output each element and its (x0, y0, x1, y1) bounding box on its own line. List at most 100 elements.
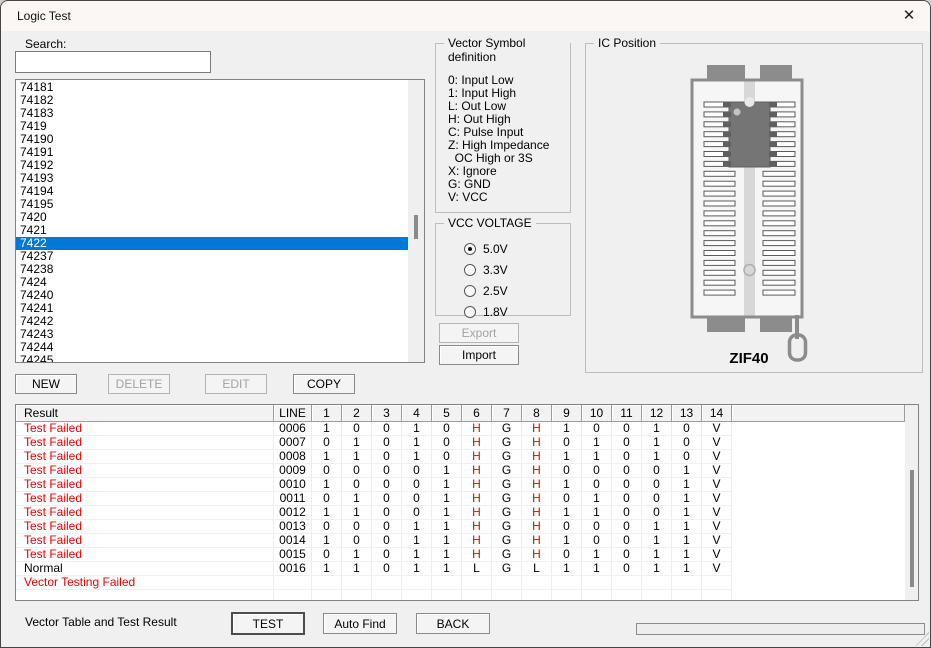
list-item-74194[interactable]: 74194 (16, 185, 409, 198)
table-header-cell-1[interactable]: 1 (312, 405, 342, 422)
list-item-74193[interactable]: 74193 (16, 172, 409, 185)
table-header-cell-14[interactable]: 14 (702, 405, 732, 422)
new-button[interactable]: NEW (15, 374, 77, 394)
table-header-cell-8[interactable]: 8 (522, 405, 552, 422)
table-row[interactable]: Test Failed 0009 0 0 0 0 1 H G H 0 0 0 0 1 V (16, 464, 918, 478)
table-row[interactable] (16, 590, 918, 600)
table-row[interactable]: Test Failed 0010 1 0 0 0 1 H G H 1 0 0 0 1 V (16, 478, 918, 492)
list-item-7419[interactable]: 7419 (16, 120, 409, 133)
table-row[interactable]: Test Failed 0012 1 1 0 0 1 H G H 1 1 0 0 1 V (16, 506, 918, 520)
table-header-cell-11[interactable]: 11 (612, 405, 642, 422)
list-item-74195[interactable]: 74195 (16, 198, 409, 211)
copy-button[interactable]: COPY (293, 374, 355, 394)
back-button[interactable]: BACK (416, 613, 490, 634)
ic-listbox[interactable]: 74181 74182 74183 7419 74190 74191 74192 74193 7… (15, 79, 425, 363)
list-item-74237[interactable]: 74237 (16, 250, 409, 263)
vector-cell: H (522, 464, 552, 478)
list-item-74190[interactable]: 74190 (16, 133, 409, 146)
vector-cell: 0 (342, 464, 372, 478)
close-icon[interactable]: ✕ (898, 5, 920, 27)
vector-cell: 1 (642, 534, 672, 548)
test-button[interactable]: TEST (231, 612, 305, 635)
table-header-cell-line[interactable]: LINE (274, 405, 312, 422)
groupbox-vcc-voltage-title: VCC VOLTAGE (444, 216, 536, 230)
vector-cell (342, 590, 372, 600)
list-item-74241[interactable]: 74241 (16, 302, 409, 315)
list-item-74240[interactable]: 74240 (16, 289, 409, 302)
list-item-7422[interactable]: 7422 (16, 237, 409, 250)
table-header-cell-12[interactable]: 12 (642, 405, 672, 422)
table-header-cell-10[interactable]: 10 (582, 405, 612, 422)
table-header-cell-9[interactable]: 9 (552, 405, 582, 422)
table-scrollbar-thumb[interactable] (910, 470, 914, 587)
list-item-74181[interactable]: 74181 (16, 81, 409, 94)
table-header-cell-3[interactable]: 3 (372, 405, 402, 422)
vector-cell: 0 (672, 450, 702, 464)
table-header-cell-7[interactable]: 7 (492, 405, 522, 422)
listbox-scrollbar[interactable] (408, 80, 424, 362)
list-item-74243[interactable]: 74243 (16, 328, 409, 341)
vector-cell: 1 (582, 450, 612, 464)
table-row[interactable]: Test Failed 0011 0 1 0 0 1 H G H 0 1 0 0 1 V (16, 492, 918, 506)
table-header-cell-4[interactable]: 4 (402, 405, 432, 422)
radio-option-5.0v[interactable]: 5.0V (464, 238, 508, 259)
vector-cell: 0 (342, 520, 372, 534)
table-row[interactable]: Test Failed 0006 1 0 0 1 0 H G H 1 0 0 1 0 V (16, 422, 918, 436)
table-row[interactable]: Test Failed 0015 0 1 0 1 1 H G H 0 1 0 1 1 V (16, 548, 918, 562)
radio-option-1.8v[interactable]: 1.8V (464, 301, 508, 322)
table-row[interactable]: Normal 0016 1 1 0 1 1 L G L 1 1 0 1 1 V (16, 562, 918, 576)
resize-grip[interactable] (915, 632, 929, 646)
result-cell: Normal (16, 562, 274, 576)
result-cell: Test Failed (16, 478, 274, 492)
vector-cell: 0 (372, 506, 402, 520)
vector-cell: 0 (582, 520, 612, 534)
table-row[interactable]: Vector Testing Failed (16, 576, 918, 590)
table-header-cell-2[interactable]: 2 (342, 405, 372, 422)
edit-button[interactable]: EDIT (205, 374, 267, 394)
vector-cell: 0 (552, 464, 582, 478)
list-item-74244[interactable]: 74244 (16, 341, 409, 354)
line-cell: 0016 (274, 562, 312, 576)
auto-find-button[interactable]: Auto Find (323, 613, 397, 634)
list-item-74191[interactable]: 74191 (16, 146, 409, 159)
import-button[interactable]: Import (439, 345, 519, 365)
list-item-74238[interactable]: 74238 (16, 263, 409, 276)
vector-cell (372, 590, 402, 600)
list-item-74245[interactable]: 74245 (16, 354, 409, 363)
logic-test-dialog: Logic Test ✕ Search: 74181 74182 74183 7419… (0, 0, 931, 648)
table-row[interactable]: Test Failed 0013 0 0 0 1 1 H G H 0 0 0 1 1 V (16, 520, 918, 534)
vector-cell: 0 (552, 436, 582, 450)
table-header-cell-6[interactable]: 6 (462, 405, 492, 422)
list-item-7420[interactable]: 7420 (16, 211, 409, 224)
radio-option-3.3v[interactable]: 3.3V (464, 259, 508, 280)
table-scrollbar[interactable] (905, 405, 918, 600)
radio-icon[interactable] (464, 305, 476, 318)
table-row[interactable]: Test Failed 0007 0 1 0 1 0 H G H 0 1 0 1 0 V (16, 436, 918, 450)
groupbox-vector-symbols: Vector Symbol definition 0: Input Low 1:… (435, 36, 571, 213)
search-input[interactable] (15, 51, 211, 73)
radio-option-2.5v[interactable]: 2.5V (464, 280, 508, 301)
list-item-74183[interactable]: 74183 (16, 107, 409, 120)
export-button[interactable]: Export (439, 323, 519, 343)
table-header-cell-filler[interactable] (732, 405, 905, 422)
listbox-scrollbar-thumb[interactable] (414, 215, 418, 239)
list-item-7421[interactable]: 7421 (16, 224, 409, 237)
vector-cell: 0 (372, 478, 402, 492)
table-header-cell-result[interactable]: Result (16, 405, 274, 422)
delete-button[interactable]: DELETE (108, 374, 170, 394)
list-item-74192[interactable]: 74192 (16, 159, 409, 172)
radio-icon[interactable] (464, 263, 476, 276)
vector-cell: 1 (552, 506, 582, 520)
list-item-74242[interactable]: 74242 (16, 315, 409, 328)
table-header-cell-13[interactable]: 13 (672, 405, 702, 422)
table-header-cell-5[interactable]: 5 (432, 405, 462, 422)
vector-cell: 1 (432, 520, 462, 534)
list-item-74182[interactable]: 74182 (16, 94, 409, 107)
table-row[interactable]: Test Failed 0008 1 1 0 1 0 H G H 1 1 0 1 0 V (16, 450, 918, 464)
result-table[interactable]: Result LINE 1 2 3 4 5 6 7 8 9 10 11 12 13 14 Test Faile… (15, 404, 919, 601)
vector-cell: 1 (582, 436, 612, 450)
radio-icon[interactable] (464, 242, 476, 255)
radio-icon[interactable] (464, 284, 476, 297)
list-item-7424[interactable]: 7424 (16, 276, 409, 289)
table-row[interactable]: Test Failed 0014 1 0 0 1 1 H G H 1 0 0 1 1 V (16, 534, 918, 548)
